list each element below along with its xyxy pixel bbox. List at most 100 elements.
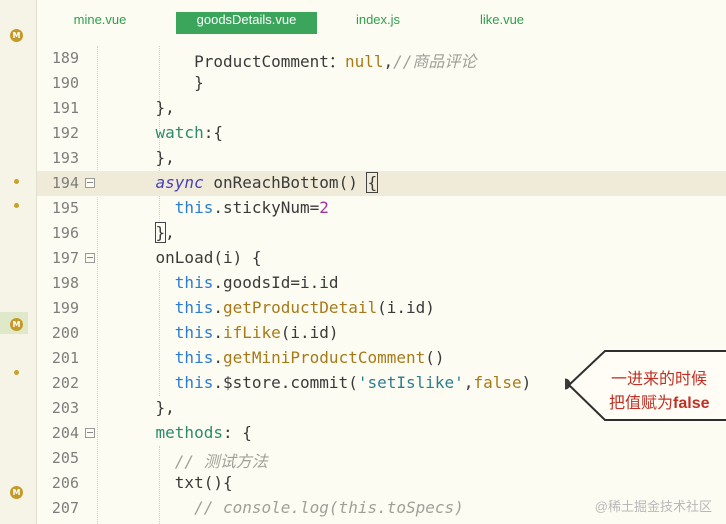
code-token: :{: [203, 123, 223, 142]
line-number: 198: [51, 274, 79, 292]
code-token: // console.log(this.toSpecs): [117, 498, 464, 517]
line-number: 193: [51, 149, 79, 167]
code-token: getMiniProductComment: [222, 348, 426, 367]
code-token: txt(){: [117, 473, 233, 492]
code-token: this: [117, 198, 214, 217]
callout-line-2: 把值赋为false: [609, 389, 709, 413]
code-token: {: [366, 172, 379, 193]
code-line[interactable]: 189 ProductComment：null,//商品评论: [37, 46, 726, 71]
git-modified-icon: M: [10, 29, 23, 42]
tab-mine-vue[interactable]: mine.vue: [61, 12, 139, 34]
code-token: .: [213, 348, 223, 367]
line-number: 199: [51, 299, 79, 317]
line-number: 189: [51, 49, 79, 67]
code-token: ): [521, 373, 532, 392]
bookmark-dot-icon: [14, 203, 19, 208]
git-modified-icon: M: [10, 318, 23, 331]
watermark: @稀土掘金技术社区: [594, 499, 712, 514]
code-text: },: [117, 222, 175, 243]
code-text: }: [117, 73, 204, 92]
code-token: }: [154, 222, 167, 243]
code-token: this: [117, 298, 214, 317]
code-text: watch:{: [117, 123, 223, 142]
line-number: 192: [51, 124, 79, 142]
code-line[interactable]: 190 }: [37, 71, 726, 96]
code-token: : {: [222, 423, 252, 442]
code-text: async onReachBottom() {: [117, 172, 379, 193]
code-text: },: [117, 148, 175, 167]
code-token: }: [117, 73, 204, 92]
fold-toggle-icon[interactable]: [85, 428, 95, 438]
code-token: .: [213, 323, 223, 342]
code-token: async: [117, 173, 204, 192]
code-text: ProductComment：null,//商品评论: [117, 48, 476, 72]
fold-toggle-icon[interactable]: [85, 253, 95, 263]
code-token: 'setIslike': [357, 373, 464, 392]
line-number: 200: [51, 324, 79, 342]
code-line[interactable]: 196 },: [37, 221, 726, 246]
code-line[interactable]: 191 },: [37, 96, 726, 121]
code-editor[interactable]: 189 ProductComment：null,//商品评论 190 } 191 }…: [37, 46, 726, 524]
bookmark-dot-icon: [14, 370, 19, 375]
annotation-callout: 一进来的时候 把值赋为false: [565, 348, 726, 424]
code-token: this: [117, 323, 214, 342]
line-number: 195: [51, 199, 79, 217]
callout-line-2-bold: false: [673, 395, 710, 412]
code-text: // 测试方法: [117, 448, 268, 472]
code-token: getProductDetail: [222, 298, 378, 317]
code-token: (i.id): [377, 298, 435, 317]
code-text: this.$store.commit('setIslike',false): [117, 373, 531, 392]
code-token: (): [425, 348, 445, 367]
code-line[interactable]: 193 },: [37, 146, 726, 171]
code-line[interactable]: 195 this.stickyNum=2: [37, 196, 726, 221]
code-token: .: [213, 298, 223, 317]
code-token: .goodsId=i.id: [213, 273, 339, 292]
code-token: this: [117, 373, 214, 392]
line-number: 203: [51, 399, 79, 417]
git-modified-icon: M: [10, 486, 23, 499]
line-number: 207: [51, 499, 79, 517]
code-line[interactable]: 204 methods: {: [37, 421, 726, 446]
code-token: ,: [165, 223, 175, 242]
code-token: ProductComment: [117, 52, 329, 71]
code-text: this.stickyNum=2: [117, 198, 329, 217]
code-line[interactable]: 192 watch:{: [37, 121, 726, 146]
code-token: },: [117, 148, 175, 167]
code-line[interactable]: 205 // 测试方法: [37, 446, 726, 471]
tab-bar: mine.vue goodsDetails.vue index.js like.…: [37, 0, 726, 46]
line-number: 191: [51, 99, 79, 117]
bookmark-dot-icon: [14, 179, 19, 184]
line-number: 206: [51, 474, 79, 492]
callout-line-2-prefix: 把值赋为: [609, 395, 674, 412]
code-text: this.getProductDetail(i.id): [117, 298, 435, 317]
code-line[interactable]: 198 this.goodsId=i.id: [37, 271, 726, 296]
code-token: onLoad(i) {: [117, 248, 262, 267]
line-number: 197: [51, 249, 79, 267]
code-token: watch: [117, 123, 204, 142]
code-line[interactable]: 200 this.ifLike(i.id): [37, 321, 726, 346]
line-number: 201: [51, 349, 79, 367]
tab-index-js[interactable]: index.js: [346, 12, 410, 34]
fold-toggle-icon[interactable]: [85, 178, 95, 188]
code-text: onLoad(i) {: [117, 248, 262, 267]
code-token: this: [117, 348, 214, 367]
code-line[interactable]: 199 this.getProductDetail(i.id): [37, 296, 726, 321]
line-number: 204: [51, 424, 79, 442]
code-text: this.getMiniProductComment(): [117, 348, 445, 367]
code-line[interactable]: 206 txt(){: [37, 471, 726, 496]
code-line[interactable]: 194 async onReachBottom() {: [37, 171, 726, 196]
tab-goodsdetails-vue[interactable]: goodsDetails.vue: [176, 12, 317, 34]
code-line[interactable]: 197 onLoad(i) {: [37, 246, 726, 271]
code-token: },: [117, 398, 175, 417]
code-text: },: [117, 98, 175, 117]
code-token: ifLike: [222, 323, 281, 342]
editor-gutter: [0, 0, 37, 524]
code-token: onReachBottom(): [203, 173, 368, 192]
line-number: 196: [51, 224, 79, 242]
code-token: (i.id): [280, 323, 339, 342]
tab-like-vue[interactable]: like.vue: [470, 12, 534, 34]
code-text: },: [117, 398, 175, 417]
code-token: 2: [319, 198, 329, 217]
code-token: null: [344, 52, 384, 71]
code-token: .$store.commit(: [213, 373, 358, 392]
